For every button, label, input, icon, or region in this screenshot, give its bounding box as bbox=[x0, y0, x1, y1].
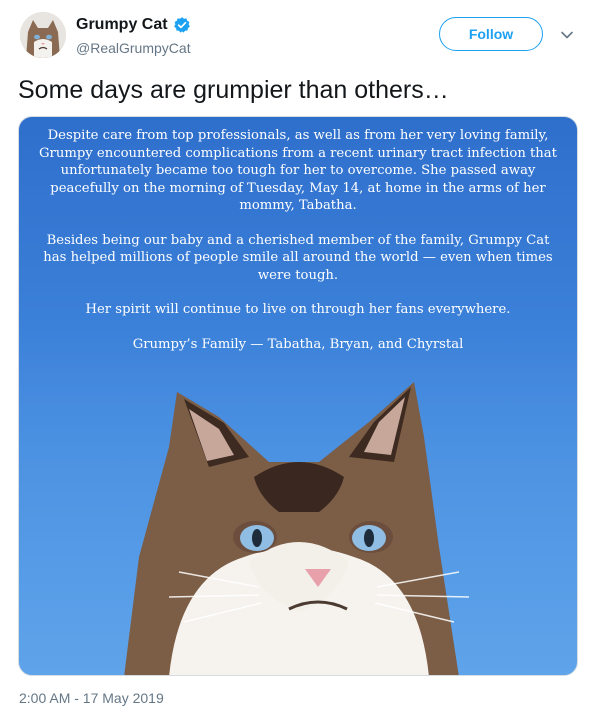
tweet-media-image[interactable]: Despite care from top professionals, as … bbox=[18, 116, 578, 676]
statement-signature: Grumpy’s Family — Tabatha, Bryan, and Ch… bbox=[132, 336, 464, 352]
tweet-header: Grumpy Cat @RealGrumpyCat Follow bbox=[0, 0, 600, 66]
avatar[interactable] bbox=[20, 12, 66, 58]
grumpy-cat-avatar-icon bbox=[20, 12, 66, 58]
statement-paragraph: Her spirit will continue to live on thro… bbox=[85, 302, 511, 317]
chevron-down-icon[interactable] bbox=[560, 28, 574, 42]
user-handle[interactable]: @RealGrumpyCat bbox=[76, 40, 191, 56]
follow-button[interactable]: Follow bbox=[439, 17, 543, 51]
display-name-row[interactable]: Grumpy Cat bbox=[76, 16, 191, 34]
display-name[interactable]: Grumpy Cat bbox=[76, 16, 168, 34]
tweet-timestamp[interactable]: 2:00 AM - 17 May 2019 bbox=[19, 690, 164, 706]
memorial-statement: Despite care from top professionals, as … bbox=[33, 127, 563, 370]
statement-paragraph: Besides being our baby and a cherished m… bbox=[43, 232, 553, 283]
tweet-text: Some days are grumpier than others… bbox=[18, 76, 449, 104]
statement-paragraph: Despite care from top professionals, as … bbox=[39, 128, 557, 213]
verified-badge-icon bbox=[173, 17, 190, 33]
